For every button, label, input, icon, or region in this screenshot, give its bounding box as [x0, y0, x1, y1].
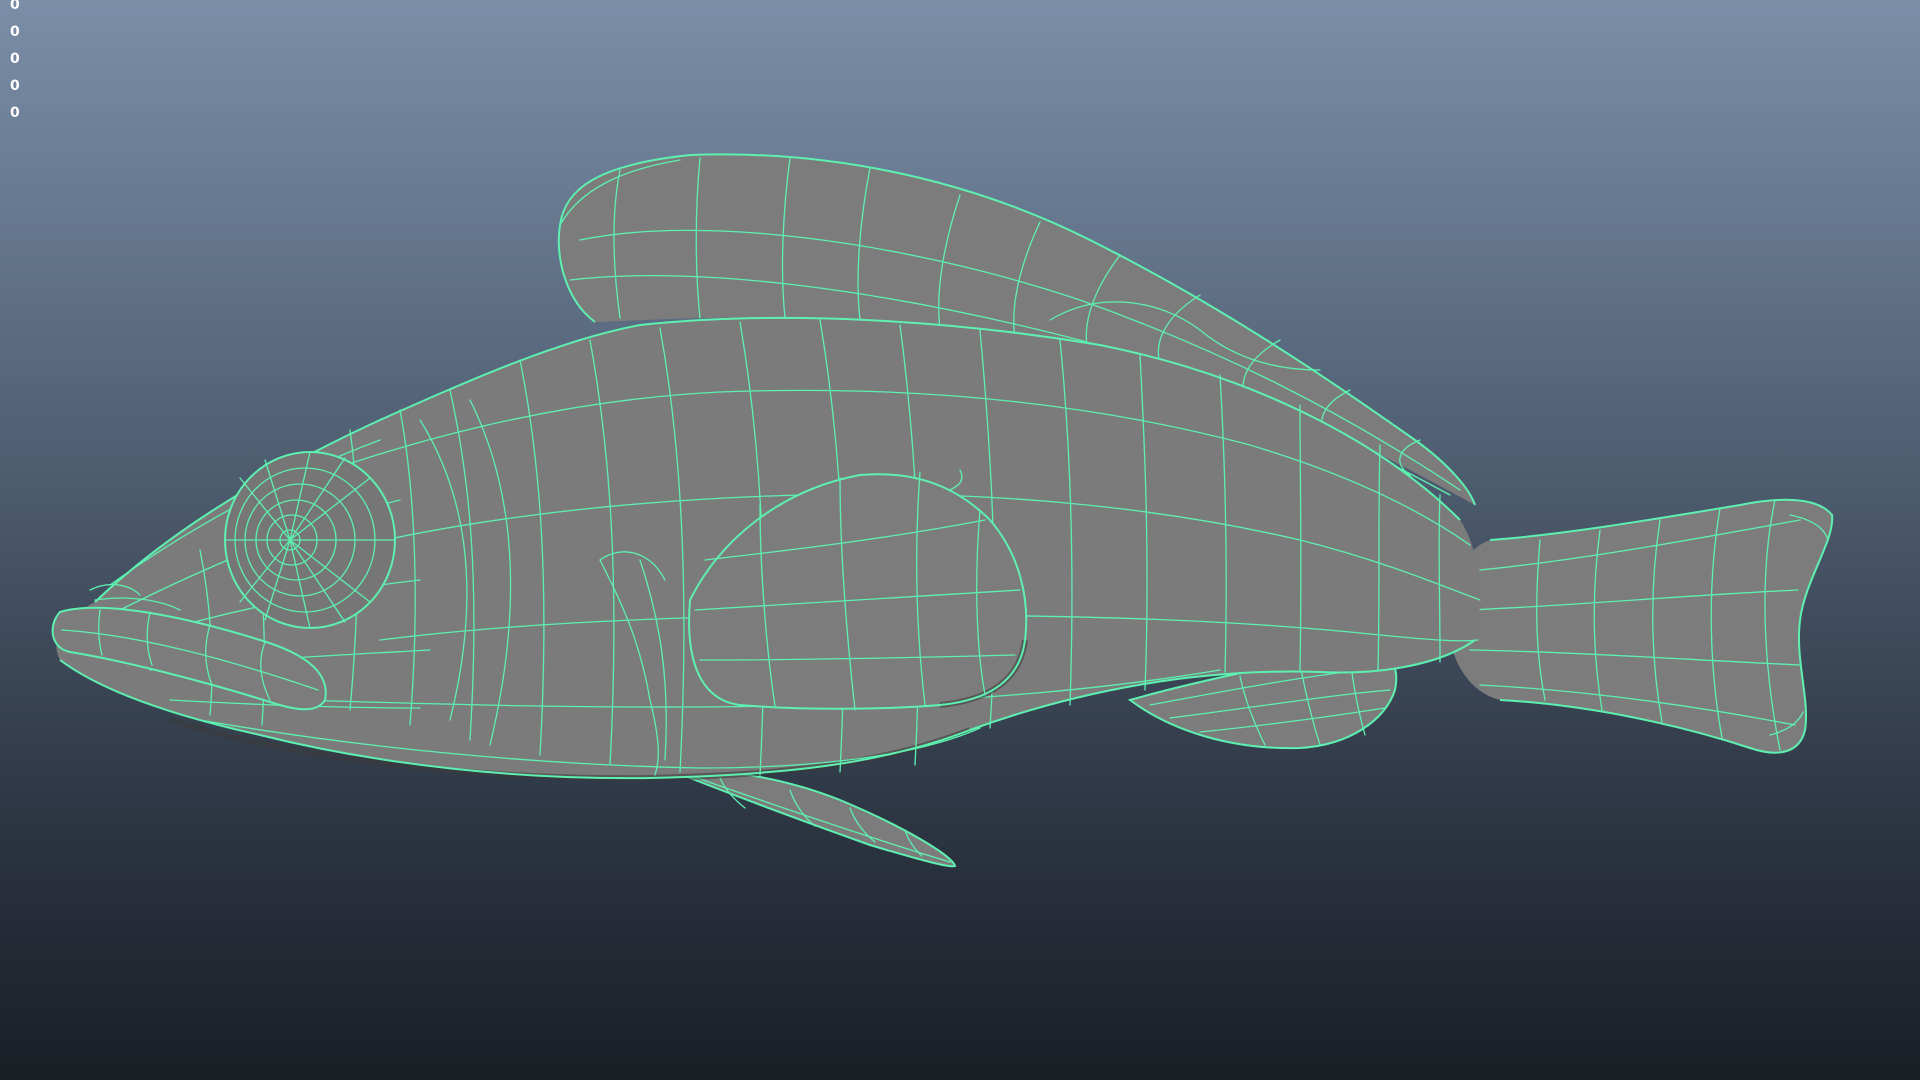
fish-mesh-icon[interactable]	[0, 0, 1920, 1080]
fish-model[interactable]	[51, 153, 1834, 868]
tail-fin[interactable]	[1447, 498, 1834, 754]
fish-eye[interactable]	[224, 451, 396, 629]
pelvic-fin[interactable]	[669, 768, 957, 868]
3d-viewport[interactable]: 0 0 0 0 0	[0, 0, 1920, 1080]
